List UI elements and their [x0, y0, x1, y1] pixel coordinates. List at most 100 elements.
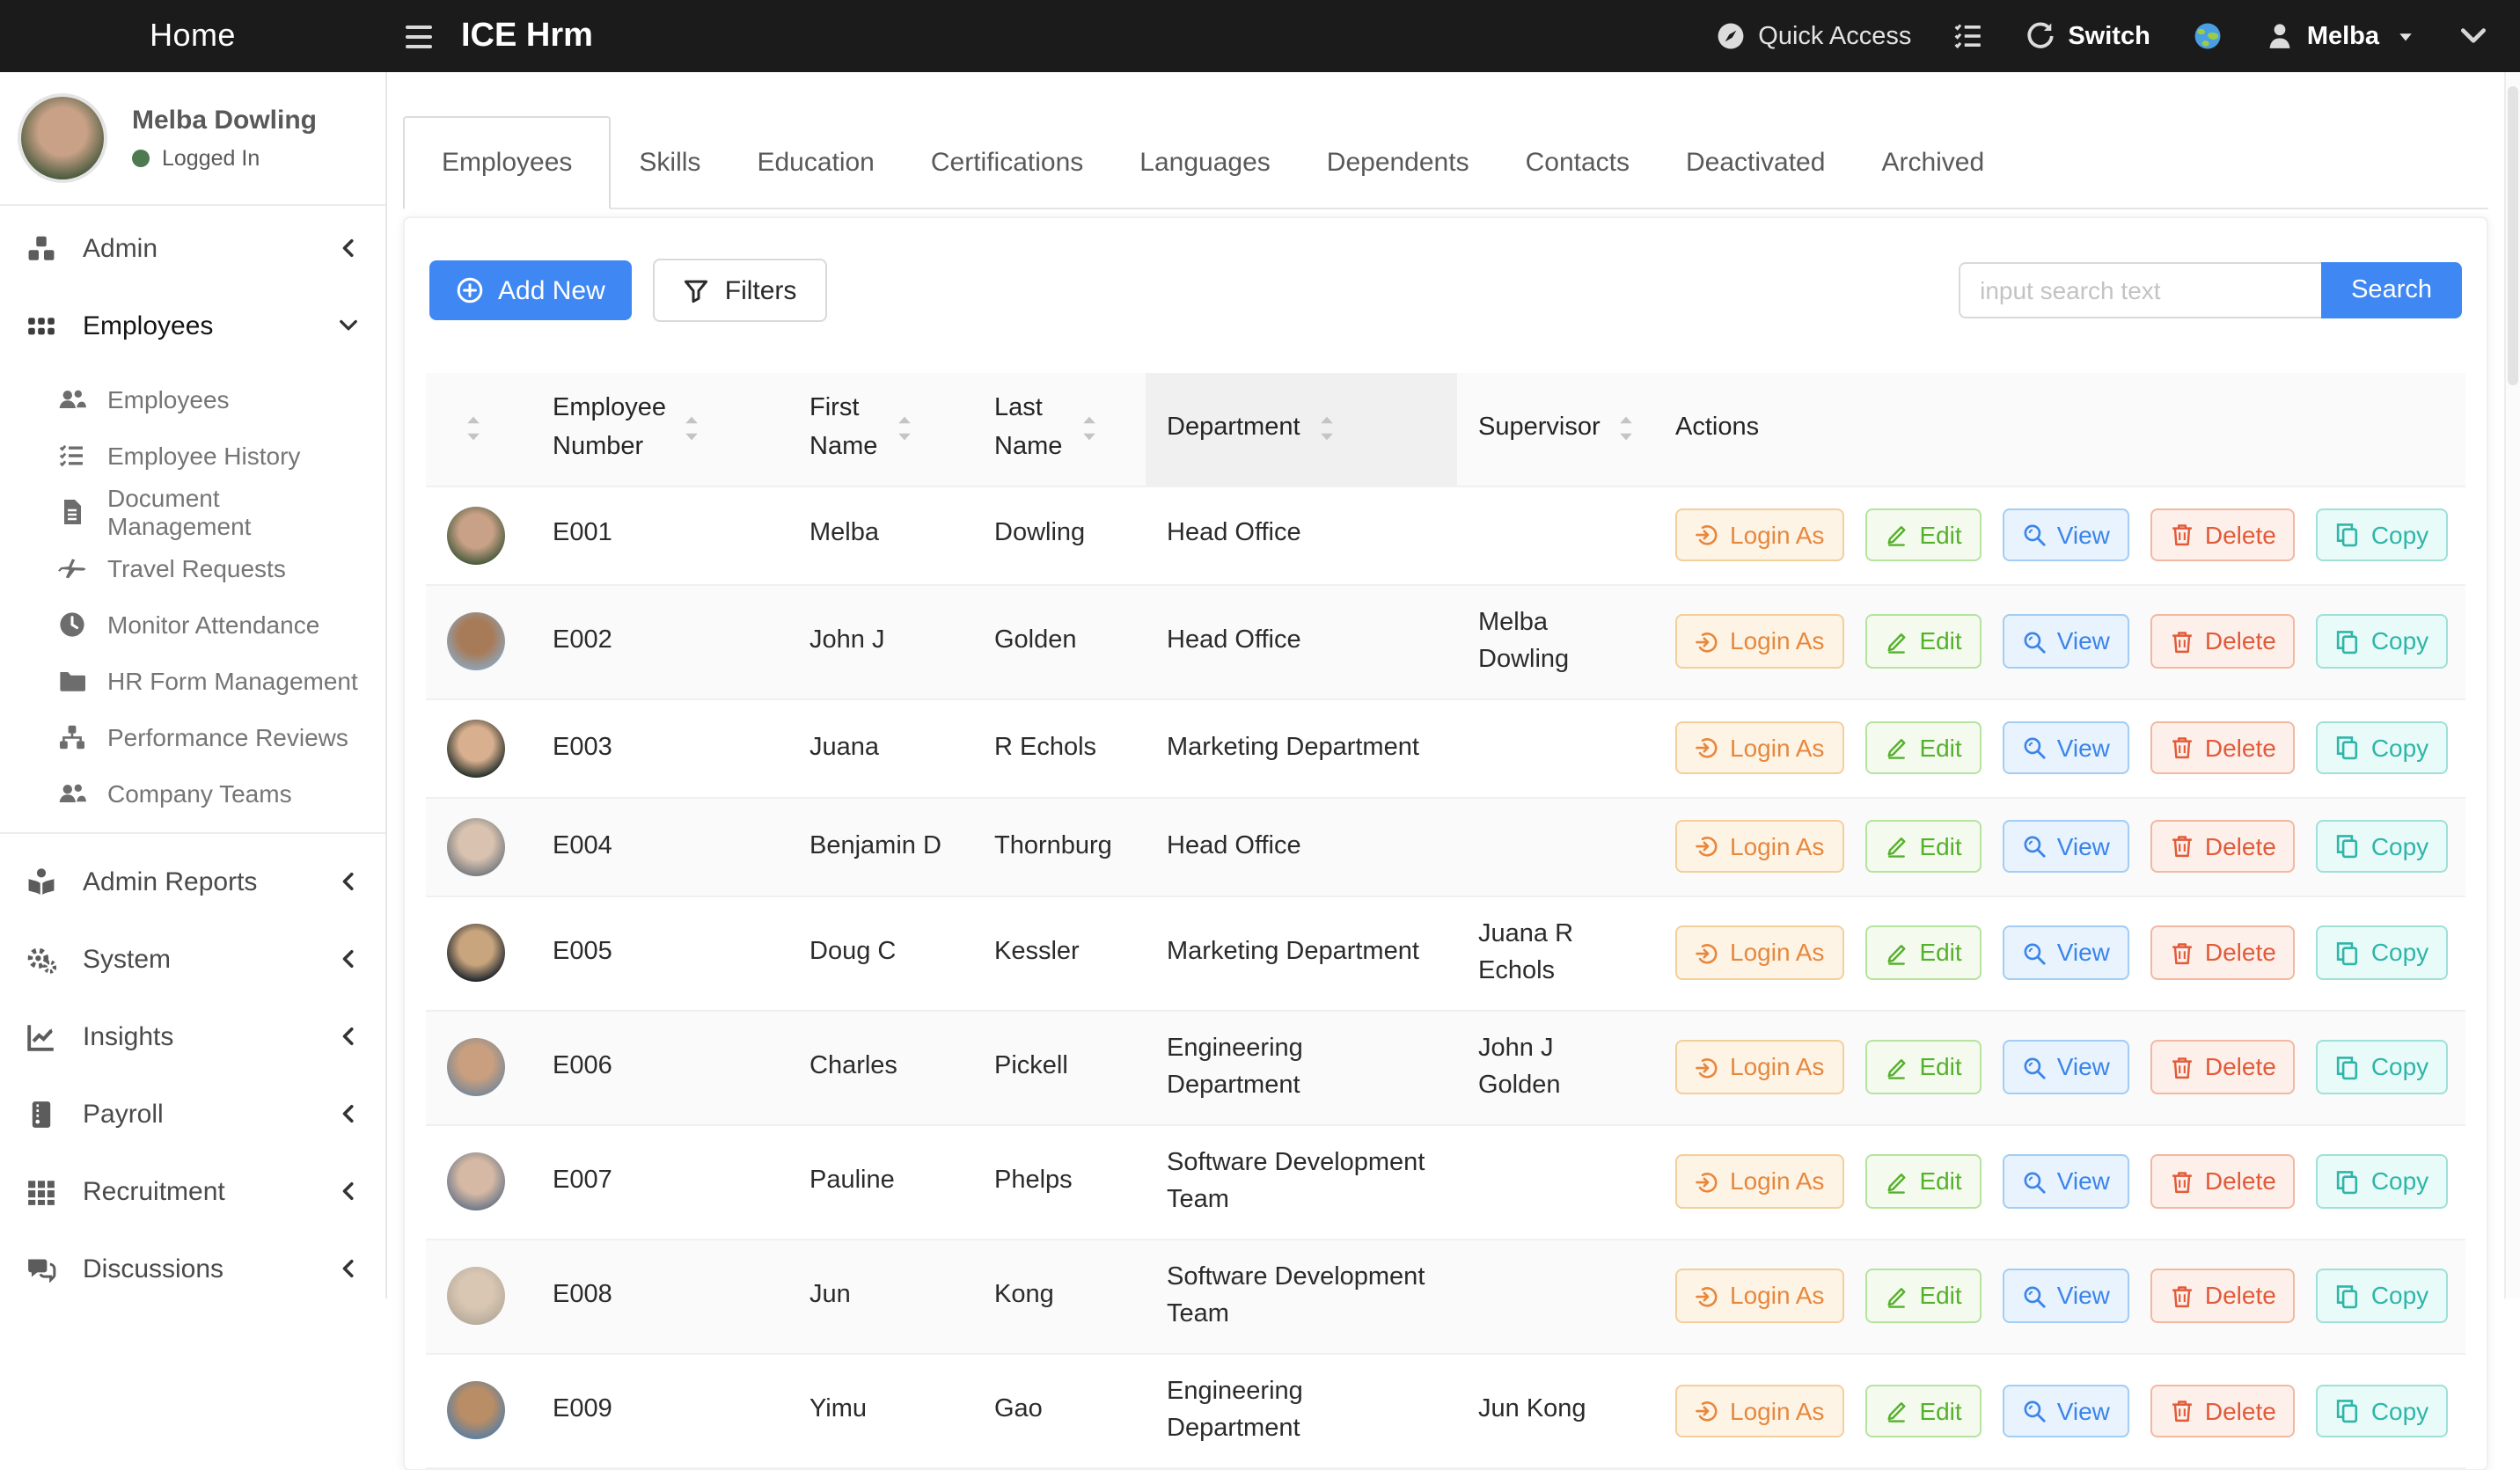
view-button[interactable]: View	[2003, 1155, 2129, 1209]
collapse-navbar-chevron-icon[interactable]	[2458, 21, 2488, 51]
view-button[interactable]: View	[2003, 820, 2129, 874]
search-input[interactable]	[1959, 262, 2321, 318]
sidebar-subitem-company-teams[interactable]: Company Teams	[0, 765, 385, 822]
tab-archived[interactable]: Archived	[1853, 116, 2012, 208]
copy-button[interactable]: Copy	[2317, 508, 2448, 562]
column-header-avatar[interactable]	[426, 373, 531, 486]
view-button[interactable]: View	[2003, 721, 2129, 775]
edit-button[interactable]: Edit	[1864, 926, 1981, 980]
copy-button[interactable]: Copy	[2317, 1269, 2448, 1323]
copy-button[interactable]: Copy	[2317, 1384, 2448, 1437]
edit-button[interactable]: Edit	[1864, 820, 1981, 874]
delete-button[interactable]: Delete	[2150, 1041, 2296, 1094]
sidebar-subitem-document-management[interactable]: Document Management	[0, 484, 385, 540]
sidebar-item-recruitment[interactable]: Recruitment	[0, 1152, 385, 1230]
copy-button[interactable]: Copy	[2317, 1155, 2448, 1209]
column-header-supervisor[interactable]: Supervisor	[1457, 373, 1654, 486]
view-button[interactable]: View	[2003, 926, 2129, 980]
sidebar-item-employees[interactable]: Employees	[0, 287, 385, 364]
sidebar-item-discussions[interactable]: Discussions	[0, 1230, 385, 1298]
edit-button[interactable]: Edit	[1864, 1155, 1981, 1209]
sort-icon[interactable]	[1318, 416, 1336, 442]
sidebar-item-payroll[interactable]: Payroll	[0, 1075, 385, 1152]
sidebar-item-admin-reports[interactable]: Admin Reports	[0, 843, 385, 920]
login-button[interactable]: Login As	[1675, 1155, 1843, 1209]
sidebar-item-admin[interactable]: Admin	[0, 209, 385, 287]
delete-button[interactable]: Delete	[2150, 1155, 2296, 1209]
edit-button[interactable]: Edit	[1864, 508, 1981, 562]
login-button[interactable]: Login As	[1675, 1041, 1843, 1094]
column-header-first[interactable]: FirstName	[788, 373, 973, 486]
tab-certifications[interactable]: Certifications	[903, 116, 1111, 208]
edit-button[interactable]: Edit	[1864, 1269, 1981, 1323]
delete-button[interactable]: Delete	[2150, 1384, 2296, 1437]
hamburger-menu-icon[interactable]	[401, 22, 436, 50]
login-button[interactable]: Login As	[1675, 508, 1843, 562]
quick-access-button[interactable]: Quick Access	[1716, 21, 1911, 51]
view-button[interactable]: View	[2003, 615, 2129, 669]
login-button[interactable]: Login As	[1675, 926, 1843, 980]
copy-button[interactable]: Copy	[2317, 926, 2448, 980]
sidebar-subitem-performance-reviews[interactable]: Performance Reviews	[0, 709, 385, 765]
sidebar-subitem-employees-sub[interactable]: Employees	[0, 371, 385, 428]
sidebar-subitem-travel-requests[interactable]: Travel Requests	[0, 540, 385, 596]
search-button[interactable]: Search	[2321, 262, 2462, 318]
tab-dependents[interactable]: Dependents	[1299, 116, 1498, 208]
delete-button[interactable]: Delete	[2150, 508, 2296, 562]
scrollbar-thumb[interactable]	[2508, 86, 2518, 385]
delete-button[interactable]: Delete	[2150, 820, 2296, 874]
sort-icon[interactable]	[465, 416, 482, 442]
sidebar-item-system[interactable]: System	[0, 920, 385, 998]
main-content: EmployeesSkillsEducationCertificationsLa…	[387, 72, 2520, 1298]
tab-languages[interactable]: Languages	[1111, 116, 1299, 208]
login-button[interactable]: Login As	[1675, 1384, 1843, 1437]
view-button[interactable]: View	[2003, 1384, 2129, 1437]
sidebar-subitem-employee-history[interactable]: Employee History	[0, 428, 385, 484]
delete-button[interactable]: Delete	[2150, 926, 2296, 980]
login-button[interactable]: Login As	[1675, 721, 1843, 775]
edit-button[interactable]: Edit	[1864, 1041, 1981, 1094]
add-new-button[interactable]: Add New	[429, 260, 632, 320]
login-button[interactable]: Login As	[1675, 615, 1843, 669]
sort-icon[interactable]	[1080, 416, 1097, 442]
copy-button[interactable]: Copy	[2317, 1041, 2448, 1094]
avatar[interactable]	[18, 93, 107, 183]
column-header-last[interactable]: LastName	[973, 373, 1146, 486]
sidebar-item-insights[interactable]: Insights	[0, 998, 385, 1075]
delete-button[interactable]: Delete	[2150, 1269, 2296, 1323]
user-menu[interactable]: Melba	[2265, 21, 2416, 51]
sort-icon[interactable]	[684, 416, 701, 442]
tasks-button[interactable]	[1953, 21, 1983, 51]
delete-button[interactable]: Delete	[2150, 615, 2296, 669]
nav-home-link[interactable]: Home	[0, 18, 385, 55]
edit-button[interactable]: Edit	[1864, 721, 1981, 775]
view-button[interactable]: View	[2003, 508, 2129, 562]
tab-deactivated[interactable]: Deactivated	[1658, 116, 1853, 208]
tab-contacts[interactable]: Contacts	[1498, 116, 1658, 208]
cell-avatar	[426, 584, 531, 698]
view-button[interactable]: View	[2003, 1269, 2129, 1323]
tab-employees[interactable]: Employees	[403, 116, 611, 209]
sort-icon[interactable]	[1618, 416, 1636, 442]
copy-button[interactable]: Copy	[2317, 721, 2448, 775]
copy-button[interactable]: Copy	[2317, 820, 2448, 874]
column-header-department[interactable]: Department	[1146, 373, 1457, 486]
trash-icon	[2170, 1055, 2194, 1079]
copy-button[interactable]: Copy	[2317, 615, 2448, 669]
sidebar-subitem-monitor-attendance[interactable]: Monitor Attendance	[0, 596, 385, 653]
page-scrollbar[interactable]	[2504, 72, 2520, 1298]
sort-icon[interactable]	[895, 416, 912, 442]
column-header-number[interactable]: EmployeeNumber	[531, 373, 788, 486]
login-button[interactable]: Login As	[1675, 1269, 1843, 1323]
delete-button[interactable]: Delete	[2150, 721, 2296, 775]
edit-button[interactable]: Edit	[1864, 615, 1981, 669]
tab-skills[interactable]: Skills	[611, 116, 729, 208]
login-button[interactable]: Login As	[1675, 820, 1843, 874]
edit-button[interactable]: Edit	[1864, 1384, 1981, 1437]
language-globe-button[interactable]	[2193, 21, 2223, 51]
filters-button[interactable]: Filters	[653, 259, 827, 322]
view-button[interactable]: View	[2003, 1041, 2129, 1094]
sidebar-subitem-hr-form-management[interactable]: HR Form Management	[0, 653, 385, 709]
tab-education[interactable]: Education	[729, 116, 902, 208]
switch-button[interactable]: Switch	[2026, 21, 2150, 51]
